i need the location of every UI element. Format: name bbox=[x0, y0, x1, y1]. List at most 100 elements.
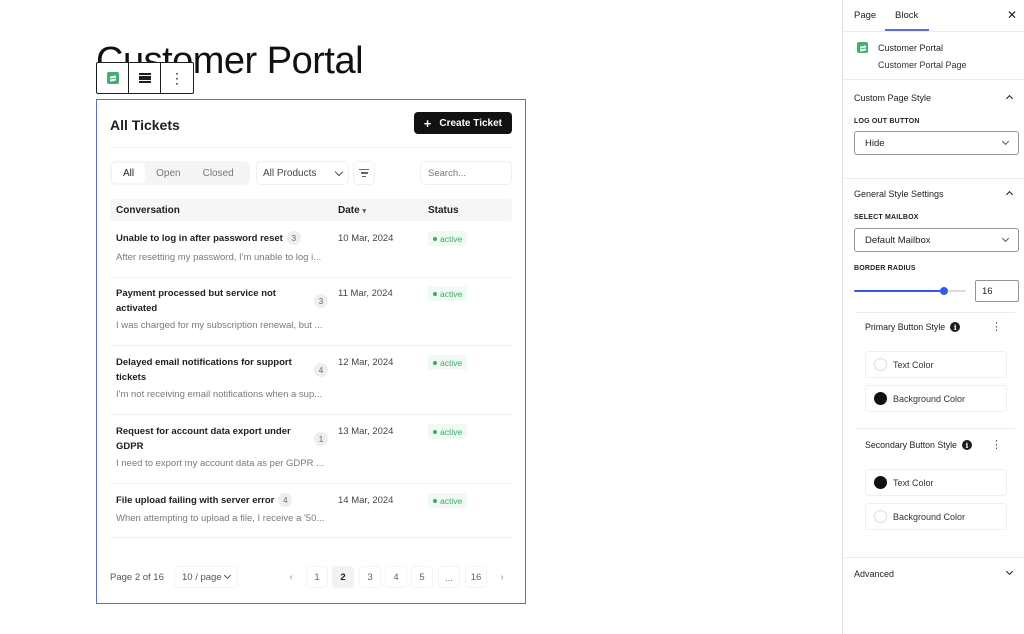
block-type-button[interactable] bbox=[97, 63, 129, 93]
more-options-button[interactable]: ⋮ bbox=[161, 63, 193, 93]
panel-advanced[interactable]: Advanced bbox=[854, 567, 1014, 579]
status-text: active bbox=[440, 288, 463, 299]
segment-all[interactable]: All bbox=[112, 163, 146, 183]
ticket-excerpt: I need to export my account data as per … bbox=[116, 458, 325, 469]
color-label: Background Color bbox=[893, 511, 966, 522]
chevron-up-icon bbox=[1005, 190, 1014, 199]
ticket-date: 14 Mar, 2024 bbox=[338, 495, 394, 506]
page-button[interactable]: 1 bbox=[306, 566, 328, 588]
secondary-text-color[interactable]: Text Color bbox=[865, 469, 1007, 496]
block-description: Customer Portal Page bbox=[878, 60, 967, 70]
status-badge: active bbox=[428, 424, 468, 439]
status-text: active bbox=[440, 357, 463, 368]
secondary-button-style-title: Secondary Button Style bbox=[865, 440, 957, 450]
divider bbox=[843, 178, 1024, 179]
product-select[interactable]: All Products bbox=[256, 161, 349, 185]
status-dot-icon bbox=[433, 498, 437, 503]
reply-count-badge: 3 bbox=[286, 231, 301, 246]
table-row[interactable]: Unable to log in after password reset 3 A… bbox=[110, 231, 512, 278]
per-page-select[interactable]: 10 / page bbox=[174, 566, 238, 588]
status-text: active bbox=[440, 233, 463, 244]
panel-custom-page-style[interactable]: Custom Page Style bbox=[854, 93, 1014, 103]
create-ticket-button[interactable]: + Create Ticket bbox=[413, 112, 512, 134]
primary-background-color[interactable]: Background Color bbox=[865, 385, 1007, 412]
prev-page-button[interactable]: ‹ bbox=[280, 566, 302, 588]
panel-title: Advanced bbox=[854, 569, 895, 579]
color-swatch bbox=[874, 476, 887, 489]
status-text: active bbox=[440, 495, 463, 506]
page-ellipsis[interactable]: ... bbox=[438, 566, 460, 588]
status-badge: active bbox=[428, 231, 468, 246]
column-conversation: Conversation bbox=[116, 205, 180, 216]
chevron-down-icon bbox=[1005, 567, 1014, 576]
status-segmented-control: All Open Closed bbox=[110, 161, 250, 185]
fluent-support-logo-icon bbox=[106, 72, 119, 84]
border-radius-slider[interactable] bbox=[854, 284, 966, 298]
color-swatch bbox=[874, 392, 887, 405]
border-radius-input[interactable]: 16 bbox=[975, 280, 1019, 302]
table-row[interactable]: Delayed email notifications for support … bbox=[110, 355, 512, 415]
table-row[interactable]: Payment processed but service not activa… bbox=[110, 286, 512, 346]
ticket-subject: Payment processed but service not activa… bbox=[116, 288, 276, 314]
panel-title: Custom Page Style bbox=[854, 93, 932, 103]
column-date[interactable]: Date ▾ bbox=[338, 205, 366, 216]
search-input[interactable] bbox=[420, 161, 512, 185]
sort-icon: ▾ bbox=[362, 208, 366, 215]
mailbox-select[interactable]: Default Mailbox bbox=[854, 228, 1019, 252]
next-page-button[interactable]: › bbox=[491, 566, 513, 588]
table-header: Conversation Date ▾ Status bbox=[110, 199, 512, 221]
table-row[interactable]: Request for account data export under GD… bbox=[110, 424, 512, 484]
page-button-current[interactable]: 2 bbox=[332, 566, 354, 588]
tab-page[interactable]: Page bbox=[854, 10, 876, 21]
ticket-subject-text: Unable to log in after password reset bbox=[116, 233, 283, 244]
filter-icon bbox=[359, 169, 369, 171]
primary-text-color[interactable]: Text Color bbox=[865, 351, 1007, 378]
block-card: Customer Portal Customer Portal Page bbox=[843, 32, 1024, 80]
reply-count-badge: 1 bbox=[314, 432, 328, 446]
status-dot-icon bbox=[433, 360, 437, 365]
active-tab-indicator bbox=[885, 29, 929, 31]
fluent-support-logo-icon bbox=[857, 42, 868, 53]
product-select-value: All Products bbox=[263, 167, 317, 179]
info-icon[interactable]: i bbox=[961, 440, 972, 450]
align-button[interactable] bbox=[129, 63, 161, 93]
status-dot-icon bbox=[433, 291, 437, 296]
ticket-subject: Request for account data export under GD… bbox=[116, 426, 291, 452]
info-icon[interactable]: i bbox=[950, 322, 961, 332]
panel-general-style-settings[interactable]: General Style Settings bbox=[854, 189, 1014, 199]
filter-button[interactable] bbox=[353, 161, 375, 185]
status-badge: active bbox=[428, 355, 468, 370]
border-radius-label: BORDER RADIUS bbox=[854, 265, 916, 272]
chevron-down-icon bbox=[1001, 234, 1010, 243]
divider bbox=[855, 428, 1015, 429]
ticket-date: 12 Mar, 2024 bbox=[338, 357, 394, 368]
chevron-down-icon bbox=[334, 167, 344, 176]
ticket-subject: Unable to log in after password reset 3 bbox=[116, 231, 336, 246]
more-options-icon[interactable]: ⋮ bbox=[991, 322, 1002, 333]
segment-open[interactable]: Open bbox=[145, 163, 191, 183]
status-dot-icon bbox=[433, 236, 437, 241]
segment-closed[interactable]: Closed bbox=[192, 163, 245, 183]
logout-button-select[interactable]: Hide bbox=[854, 131, 1019, 155]
chevron-up-icon bbox=[1005, 94, 1014, 103]
close-icon[interactable]: ✕ bbox=[1007, 8, 1017, 22]
secondary-background-color[interactable]: Background Color bbox=[865, 503, 1007, 530]
page-button[interactable]: 3 bbox=[359, 566, 381, 588]
customer-portal-block[interactable]: All Tickets + Create Ticket All Open Clo… bbox=[96, 99, 526, 604]
page-button[interactable]: 16 bbox=[465, 566, 487, 588]
sidebar-tabs: Page Block ✕ bbox=[843, 0, 1024, 32]
slider-thumb[interactable] bbox=[939, 287, 948, 295]
page-button[interactable]: 4 bbox=[385, 566, 407, 588]
primary-button-style-title: Primary Button Style bbox=[865, 322, 946, 332]
table-row[interactable]: File upload failing with server error 4 W… bbox=[110, 493, 512, 538]
ticket-excerpt: I was charged for my subscription renewa… bbox=[116, 320, 323, 331]
tab-block[interactable]: Block bbox=[895, 10, 918, 21]
block-toolbar: ⋮ bbox=[96, 62, 194, 94]
ticket-date: 10 Mar, 2024 bbox=[338, 233, 394, 244]
more-options-icon[interactable]: ⋮ bbox=[991, 440, 1002, 451]
ticket-filters: All Open Closed All Products bbox=[110, 161, 512, 185]
more-options-icon: ⋮ bbox=[170, 70, 184, 86]
page-button[interactable]: 5 bbox=[411, 566, 433, 588]
divider bbox=[855, 312, 1015, 313]
slider-fill bbox=[854, 290, 944, 292]
